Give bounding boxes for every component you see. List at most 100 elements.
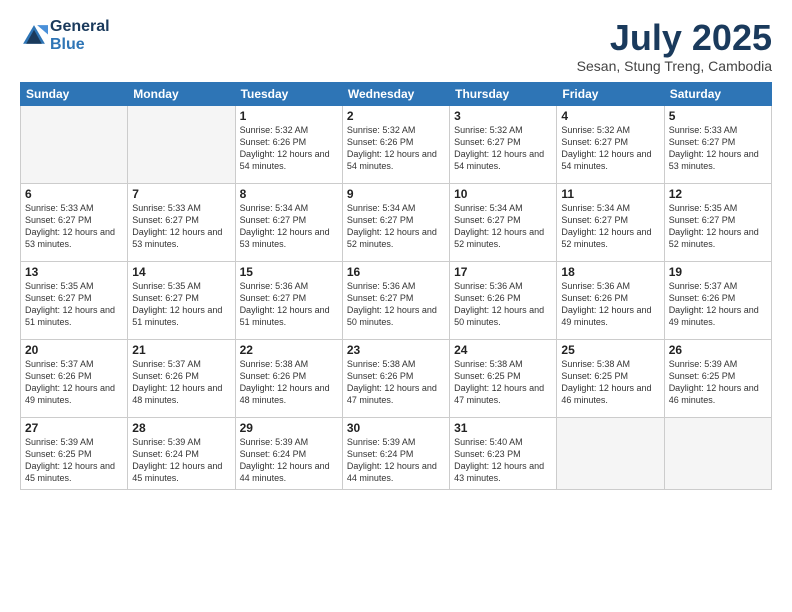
week-row-5: 27Sunrise: 5:39 AM Sunset: 6:25 PM Dayli… xyxy=(21,417,772,489)
calendar-cell: 13Sunrise: 5:35 AM Sunset: 6:27 PM Dayli… xyxy=(21,261,128,339)
weekday-header-friday: Friday xyxy=(557,82,664,105)
day-info: Sunrise: 5:38 AM Sunset: 6:25 PM Dayligh… xyxy=(454,358,552,407)
calendar-cell: 25Sunrise: 5:38 AM Sunset: 6:25 PM Dayli… xyxy=(557,339,664,417)
subtitle: Sesan, Stung Treng, Cambodia xyxy=(577,58,772,74)
day-info: Sunrise: 5:37 AM Sunset: 6:26 PM Dayligh… xyxy=(25,358,123,407)
day-number: 28 xyxy=(132,421,230,435)
title-block: July 2025 Sesan, Stung Treng, Cambodia xyxy=(577,18,772,74)
calendar-cell: 14Sunrise: 5:35 AM Sunset: 6:27 PM Dayli… xyxy=(128,261,235,339)
calendar-cell: 16Sunrise: 5:36 AM Sunset: 6:27 PM Dayli… xyxy=(342,261,449,339)
day-number: 5 xyxy=(669,109,767,123)
calendar-cell: 24Sunrise: 5:38 AM Sunset: 6:25 PM Dayli… xyxy=(450,339,557,417)
calendar-cell: 8Sunrise: 5:34 AM Sunset: 6:27 PM Daylig… xyxy=(235,183,342,261)
day-info: Sunrise: 5:37 AM Sunset: 6:26 PM Dayligh… xyxy=(132,358,230,407)
day-info: Sunrise: 5:32 AM Sunset: 6:27 PM Dayligh… xyxy=(454,124,552,173)
header: General Blue July 2025 Sesan, Stung Tren… xyxy=(20,18,772,74)
calendar-cell: 19Sunrise: 5:37 AM Sunset: 6:26 PM Dayli… xyxy=(664,261,771,339)
calendar-cell: 5Sunrise: 5:33 AM Sunset: 6:27 PM Daylig… xyxy=(664,105,771,183)
logo-text: General Blue xyxy=(50,18,110,54)
day-info: Sunrise: 5:38 AM Sunset: 6:26 PM Dayligh… xyxy=(240,358,338,407)
day-number: 26 xyxy=(669,343,767,357)
day-number: 30 xyxy=(347,421,445,435)
day-number: 22 xyxy=(240,343,338,357)
calendar-cell: 2Sunrise: 5:32 AM Sunset: 6:26 PM Daylig… xyxy=(342,105,449,183)
calendar-cell: 11Sunrise: 5:34 AM Sunset: 6:27 PM Dayli… xyxy=(557,183,664,261)
calendar-cell: 20Sunrise: 5:37 AM Sunset: 6:26 PM Dayli… xyxy=(21,339,128,417)
day-number: 10 xyxy=(454,187,552,201)
calendar-cell: 15Sunrise: 5:36 AM Sunset: 6:27 PM Dayli… xyxy=(235,261,342,339)
calendar-cell xyxy=(21,105,128,183)
day-number: 11 xyxy=(561,187,659,201)
day-info: Sunrise: 5:36 AM Sunset: 6:27 PM Dayligh… xyxy=(347,280,445,329)
calendar-table: SundayMondayTuesdayWednesdayThursdayFrid… xyxy=(20,82,772,490)
day-info: Sunrise: 5:32 AM Sunset: 6:26 PM Dayligh… xyxy=(347,124,445,173)
logo-icon xyxy=(20,22,48,50)
day-info: Sunrise: 5:36 AM Sunset: 6:26 PM Dayligh… xyxy=(561,280,659,329)
calendar-cell xyxy=(128,105,235,183)
day-number: 25 xyxy=(561,343,659,357)
day-info: Sunrise: 5:36 AM Sunset: 6:27 PM Dayligh… xyxy=(240,280,338,329)
weekday-header-row: SundayMondayTuesdayWednesdayThursdayFrid… xyxy=(21,82,772,105)
day-info: Sunrise: 5:40 AM Sunset: 6:23 PM Dayligh… xyxy=(454,436,552,485)
day-number: 18 xyxy=(561,265,659,279)
calendar-cell: 28Sunrise: 5:39 AM Sunset: 6:24 PM Dayli… xyxy=(128,417,235,489)
day-number: 21 xyxy=(132,343,230,357)
logo: General Blue xyxy=(20,18,110,54)
day-number: 8 xyxy=(240,187,338,201)
calendar-cell: 27Sunrise: 5:39 AM Sunset: 6:25 PM Dayli… xyxy=(21,417,128,489)
calendar-cell: 22Sunrise: 5:38 AM Sunset: 6:26 PM Dayli… xyxy=(235,339,342,417)
calendar-cell: 23Sunrise: 5:38 AM Sunset: 6:26 PM Dayli… xyxy=(342,339,449,417)
month-title: July 2025 xyxy=(577,18,772,58)
calendar-cell xyxy=(557,417,664,489)
day-number: 14 xyxy=(132,265,230,279)
calendar-cell: 3Sunrise: 5:32 AM Sunset: 6:27 PM Daylig… xyxy=(450,105,557,183)
day-number: 27 xyxy=(25,421,123,435)
day-number: 24 xyxy=(454,343,552,357)
calendar-cell: 7Sunrise: 5:33 AM Sunset: 6:27 PM Daylig… xyxy=(128,183,235,261)
day-number: 6 xyxy=(25,187,123,201)
calendar-cell: 30Sunrise: 5:39 AM Sunset: 6:24 PM Dayli… xyxy=(342,417,449,489)
calendar-cell: 31Sunrise: 5:40 AM Sunset: 6:23 PM Dayli… xyxy=(450,417,557,489)
week-row-1: 1 Sunrise: 5:32 AM Sunset: 6:26 PM Daylig… xyxy=(21,105,772,183)
day-number: 7 xyxy=(132,187,230,201)
day-info: Sunrise: 5:35 AM Sunset: 6:27 PM Dayligh… xyxy=(132,280,230,329)
calendar-cell: 17Sunrise: 5:36 AM Sunset: 6:26 PM Dayli… xyxy=(450,261,557,339)
calendar-cell: 10Sunrise: 5:34 AM Sunset: 6:27 PM Dayli… xyxy=(450,183,557,261)
day-number: 20 xyxy=(25,343,123,357)
calendar-cell: 1Sunrise: 5:32 AM Sunset: 6:26 PM Daylig… xyxy=(235,105,342,183)
day-number: 3 xyxy=(454,109,552,123)
weekday-header-monday: Monday xyxy=(128,82,235,105)
day-info: Sunrise: 5:33 AM Sunset: 6:27 PM Dayligh… xyxy=(132,202,230,251)
calendar-cell: 6Sunrise: 5:33 AM Sunset: 6:27 PM Daylig… xyxy=(21,183,128,261)
calendar-cell: 21Sunrise: 5:37 AM Sunset: 6:26 PM Dayli… xyxy=(128,339,235,417)
calendar-cell: 4Sunrise: 5:32 AM Sunset: 6:27 PM Daylig… xyxy=(557,105,664,183)
day-info: Sunrise: 5:33 AM Sunset: 6:27 PM Dayligh… xyxy=(669,124,767,173)
day-info: Sunrise: 5:34 AM Sunset: 6:27 PM Dayligh… xyxy=(561,202,659,251)
day-info: Sunrise: 5:39 AM Sunset: 6:25 PM Dayligh… xyxy=(25,436,123,485)
week-row-2: 6Sunrise: 5:33 AM Sunset: 6:27 PM Daylig… xyxy=(21,183,772,261)
day-number: 13 xyxy=(25,265,123,279)
day-number: 17 xyxy=(454,265,552,279)
day-info: Sunrise: 5:39 AM Sunset: 6:25 PM Dayligh… xyxy=(669,358,767,407)
day-info: Sunrise: 5:36 AM Sunset: 6:26 PM Dayligh… xyxy=(454,280,552,329)
day-number: 4 xyxy=(561,109,659,123)
calendar-cell: 18Sunrise: 5:36 AM Sunset: 6:26 PM Dayli… xyxy=(557,261,664,339)
calendar-cell: 26Sunrise: 5:39 AM Sunset: 6:25 PM Dayli… xyxy=(664,339,771,417)
day-number: 19 xyxy=(669,265,767,279)
weekday-header-wednesday: Wednesday xyxy=(342,82,449,105)
weekday-header-tuesday: Tuesday xyxy=(235,82,342,105)
calendar-cell: 12Sunrise: 5:35 AM Sunset: 6:27 PM Dayli… xyxy=(664,183,771,261)
calendar-cell: 29Sunrise: 5:39 AM Sunset: 6:24 PM Dayli… xyxy=(235,417,342,489)
day-info: Sunrise: 5:34 AM Sunset: 6:27 PM Dayligh… xyxy=(454,202,552,251)
day-info: Sunrise: 5:35 AM Sunset: 6:27 PM Dayligh… xyxy=(25,280,123,329)
day-number: 16 xyxy=(347,265,445,279)
day-info: Sunrise: 5:39 AM Sunset: 6:24 PM Dayligh… xyxy=(347,436,445,485)
day-number: 1 xyxy=(240,109,338,123)
day-info: Sunrise: 5:34 AM Sunset: 6:27 PM Dayligh… xyxy=(240,202,338,251)
calendar-cell: 9Sunrise: 5:34 AM Sunset: 6:27 PM Daylig… xyxy=(342,183,449,261)
day-info: Sunrise: 5:39 AM Sunset: 6:24 PM Dayligh… xyxy=(240,436,338,485)
day-info: Sunrise: 5:32 AM Sunset: 6:27 PM Dayligh… xyxy=(561,124,659,173)
day-info: Sunrise: 5:34 AM Sunset: 6:27 PM Dayligh… xyxy=(347,202,445,251)
day-info: Sunrise: 5:33 AM Sunset: 6:27 PM Dayligh… xyxy=(25,202,123,251)
day-number: 2 xyxy=(347,109,445,123)
